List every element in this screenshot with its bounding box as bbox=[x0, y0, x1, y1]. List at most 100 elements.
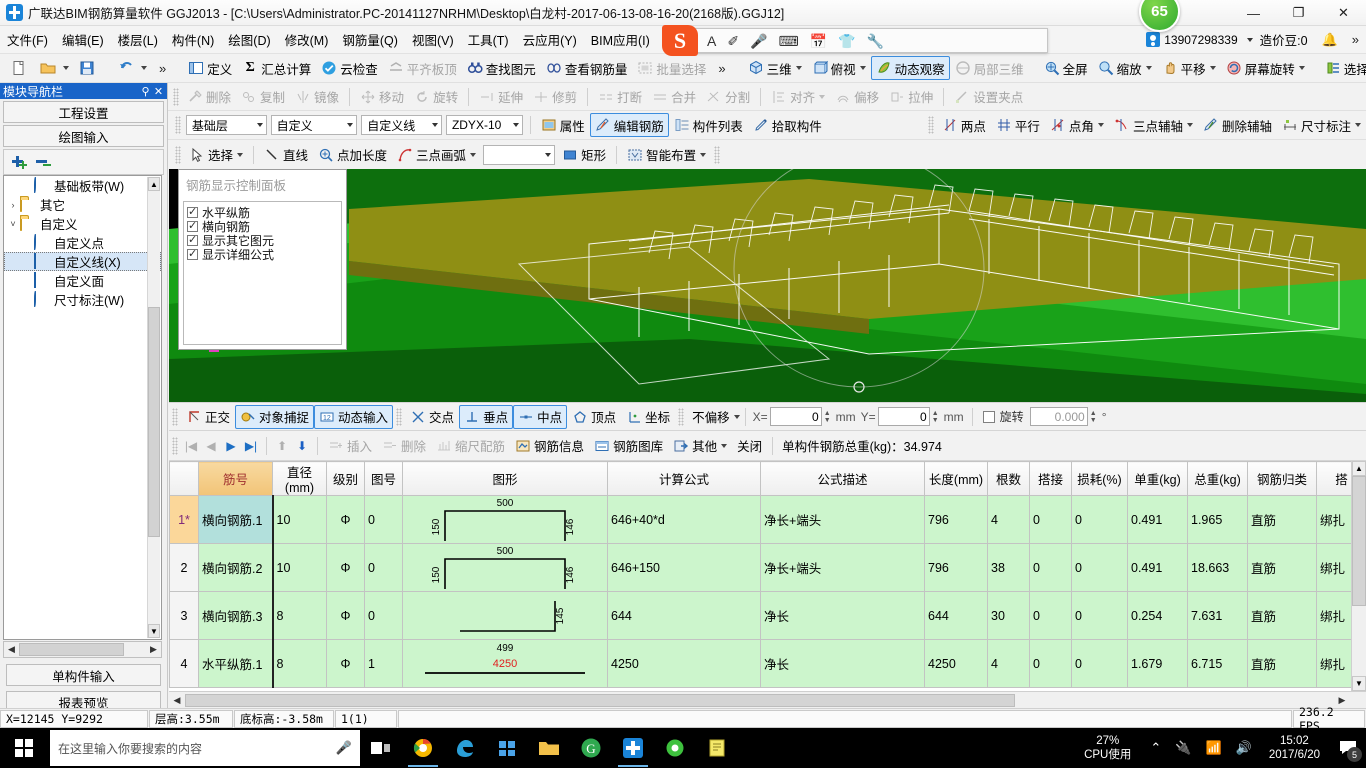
cell-formula[interactable]: 646+150 bbox=[607, 543, 761, 592]
menu-item-component[interactable]: 构件(N) bbox=[165, 26, 221, 53]
th-description[interactable]: 公式描述 bbox=[760, 461, 925, 496]
table-vertical-scrollbar[interactable]: ▲ ▼ bbox=[1351, 461, 1366, 691]
menu-item-cloud[interactable]: 云应用(Y) bbox=[516, 26, 584, 53]
cell-grade[interactable]: Φ bbox=[326, 591, 365, 640]
dimension-button[interactable]: 尺寸标注 bbox=[1277, 113, 1366, 137]
toolbar-axis-grip[interactable] bbox=[928, 116, 934, 134]
th-grade[interactable]: 级别 bbox=[326, 461, 365, 496]
fullscreen-button[interactable]: 全屏 bbox=[1039, 56, 1093, 80]
cell-figure-no[interactable]: 0 bbox=[364, 543, 403, 592]
cell-figure-no[interactable]: 1 bbox=[364, 639, 403, 688]
cell-category[interactable]: 直筋 bbox=[1247, 639, 1317, 688]
add-component-icon[interactable] bbox=[12, 155, 28, 169]
cell-diameter[interactable]: 8 bbox=[272, 591, 327, 640]
cell-total-weight[interactable]: 1.965 bbox=[1187, 495, 1248, 544]
cell-lap[interactable]: 0 bbox=[1029, 639, 1072, 688]
component-list-button[interactable]: 构件列表 bbox=[669, 113, 748, 137]
tree-hscroll-left-icon[interactable]: ◀ bbox=[4, 644, 19, 655]
dynamic-observe-button[interactable]: 动态观察 bbox=[870, 56, 950, 80]
taskbar-search-box[interactable]: 在这里输入你要搜索的内容 🎤 bbox=[50, 730, 360, 766]
table-row[interactable]: 3 横向钢筋.3 8 Φ 0 145 644 净长 644 30 0 0 0.254 7.631 直筋 绑扎 bbox=[169, 591, 1366, 640]
sogou-logo-icon[interactable]: S bbox=[662, 25, 698, 56]
snap-coordinate[interactable]: 坐标 bbox=[621, 405, 675, 429]
pan-chevron-down-icon[interactable] bbox=[1209, 66, 1216, 70]
mirror-button[interactable]: 镜像 bbox=[290, 85, 344, 109]
tree-expander-icon[interactable]: ˅ bbox=[6, 219, 20, 229]
cell-count[interactable]: 30 bbox=[987, 591, 1030, 640]
offset-button[interactable]: 偏移 bbox=[830, 85, 884, 109]
y-input[interactable]: 0 bbox=[877, 407, 930, 426]
dock-button-draw-input[interactable]: 绘图输入 bbox=[3, 125, 164, 147]
align-chevron-down-icon[interactable] bbox=[819, 94, 826, 99]
checkbox-show-other-elements[interactable] bbox=[187, 233, 198, 246]
th-category[interactable]: 钢筋归类 bbox=[1247, 461, 1317, 496]
snap-perpendicular[interactable]: 垂点 bbox=[459, 404, 514, 429]
top-view-button[interactable]: 俯视 bbox=[807, 56, 871, 80]
table-row[interactable]: 1* 横向钢筋.1 10 Φ 0 500 150 146 646+40*d 净长+端头 796 4 0 0… bbox=[169, 495, 1366, 544]
notepad-icon[interactable] bbox=[696, 728, 738, 768]
rotate-checkbox[interactable] bbox=[982, 410, 995, 423]
menu-item-floor[interactable]: 楼层(L) bbox=[111, 26, 165, 53]
three-point-axis-chevron-down-icon[interactable] bbox=[1186, 123, 1193, 127]
three-point-axis-button[interactable]: 三点辅轴 bbox=[1109, 113, 1198, 137]
cell-diameter[interactable]: 10 bbox=[272, 495, 327, 544]
toolbar-overflow-1[interactable]: » bbox=[152, 61, 173, 76]
cell-length[interactable]: 796 bbox=[924, 495, 988, 544]
table-horizontal-scrollbar[interactable]: ◀ ▶ bbox=[169, 691, 1366, 708]
rotate-button[interactable]: 旋转 bbox=[409, 85, 463, 109]
rectangle-tool-button[interactable]: 矩形 bbox=[557, 143, 611, 167]
th-unit-weight[interactable]: 单重(kg) bbox=[1127, 461, 1188, 496]
x-input[interactable]: 0 bbox=[769, 407, 822, 426]
align-slab-top-button[interactable]: 平齐板顶 bbox=[383, 56, 462, 80]
cell-rebar-no[interactable]: 横向钢筋.1 bbox=[198, 495, 274, 544]
select-tool-chevron-down-icon[interactable] bbox=[237, 152, 244, 157]
volume-icon[interactable]: 🔊 bbox=[1229, 740, 1259, 756]
cell-loss[interactable]: 0 bbox=[1071, 591, 1128, 640]
three-point-arc-button[interactable]: 三点画弧 bbox=[392, 143, 481, 167]
toolbar1-overflow-mid[interactable]: » bbox=[711, 61, 732, 76]
tree-item[interactable]: 基础板带(W) bbox=[4, 176, 161, 195]
menu-item-edit[interactable]: 编辑(E) bbox=[55, 26, 111, 53]
screen-rotate-chevron-down-icon[interactable] bbox=[1298, 66, 1305, 70]
cell-grade[interactable]: Φ bbox=[326, 543, 365, 592]
th-rebar-no[interactable]: 筋号 bbox=[198, 461, 273, 496]
point-angle-chevron-down-icon[interactable] bbox=[1097, 123, 1104, 127]
toolbar-draw-grip[interactable] bbox=[175, 145, 181, 164]
cell-count[interactable]: 4 bbox=[987, 639, 1030, 688]
tree-item[interactable]: 自定义面 bbox=[4, 271, 161, 290]
find-element-button[interactable]: 查找图元 bbox=[462, 56, 541, 80]
bell-icon[interactable]: 🔔 bbox=[1315, 28, 1345, 52]
dock-pin-icon[interactable]: ⚲ bbox=[139, 85, 152, 98]
ime-mic-icon[interactable]: 🎤 bbox=[750, 34, 767, 48]
tree-item[interactable]: › 其它 bbox=[4, 195, 161, 214]
chrome2-icon[interactable] bbox=[654, 728, 696, 768]
tree-hscroll-right-icon[interactable]: ▶ bbox=[146, 644, 161, 655]
cell-category[interactable]: 直筋 bbox=[1247, 543, 1317, 592]
line-tool-button[interactable]: 直线 bbox=[259, 143, 313, 167]
two-point-button[interactable]: 两点 bbox=[937, 113, 991, 137]
dock-button-single-component-input[interactable]: 单构件输入 bbox=[6, 664, 161, 686]
tree-scroll-up-icon[interactable]: ▲ bbox=[148, 177, 160, 191]
menu-item-view[interactable]: 视图(V) bbox=[405, 26, 461, 53]
menu-item-tools[interactable]: 工具(T) bbox=[461, 26, 516, 53]
close-table-button[interactable]: 关闭 bbox=[732, 434, 767, 458]
cell-grade[interactable]: Φ bbox=[326, 639, 365, 688]
toolbar-modify-grip[interactable] bbox=[173, 87, 179, 106]
cell-diameter[interactable]: 10 bbox=[272, 543, 327, 592]
cell-count[interactable]: 4 bbox=[987, 495, 1030, 544]
cell-unit-weight[interactable]: 0.254 bbox=[1127, 591, 1188, 640]
th-formula[interactable]: 计算公式 bbox=[607, 461, 761, 496]
app-g-icon[interactable]: G bbox=[570, 728, 612, 768]
cell-unit-weight[interactable]: 1.679 bbox=[1127, 639, 1188, 688]
cell-rebar-no[interactable]: 横向钢筋.3 bbox=[198, 591, 274, 640]
tree-horizontal-scrollbar[interactable]: ◀ ▶ bbox=[3, 641, 162, 658]
define-button[interactable]: 定义 bbox=[183, 56, 237, 80]
tree-vertical-scrollbar[interactable]: ▲ ▼ bbox=[147, 177, 160, 638]
set-grip-button[interactable]: 设置夹点 bbox=[949, 85, 1028, 109]
table-hscroll-thumb[interactable] bbox=[185, 693, 1015, 707]
nav-first-button[interactable]: |◀ bbox=[181, 439, 201, 453]
rebar-info-button[interactable]: 钢筋信息 bbox=[510, 434, 589, 458]
cell-rownum[interactable]: 4 bbox=[169, 639, 199, 688]
point-angle-button[interactable]: 点角 bbox=[1045, 113, 1109, 137]
cell-diameter[interactable]: 8 bbox=[272, 639, 327, 688]
